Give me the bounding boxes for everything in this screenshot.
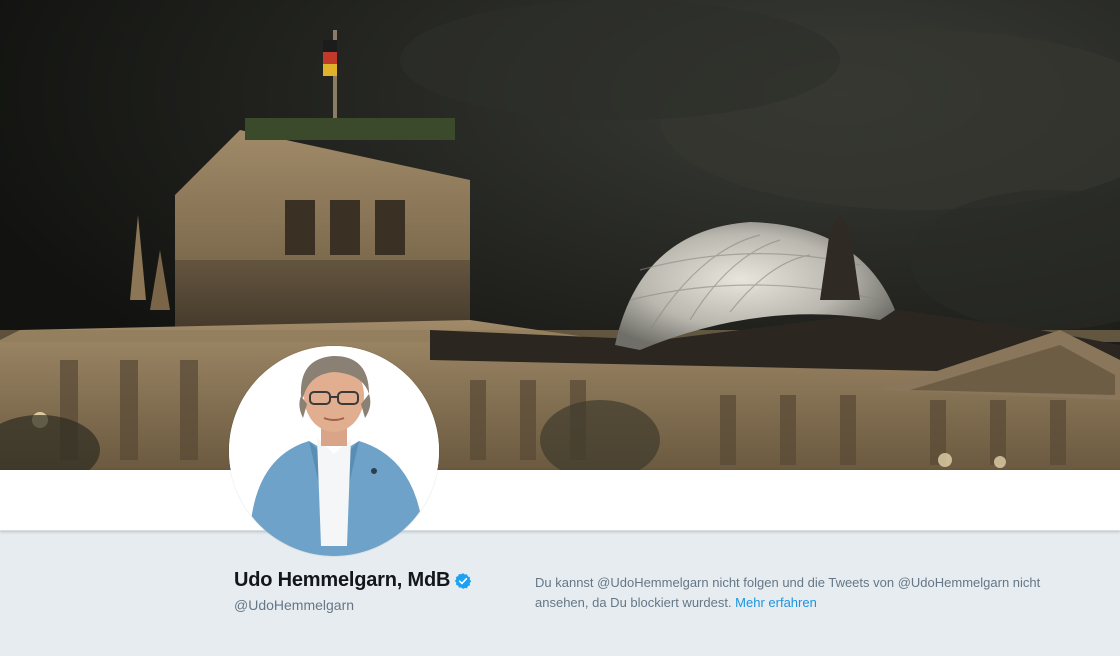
verified-badge-icon bbox=[454, 572, 472, 590]
profile-nav-bar bbox=[0, 470, 1120, 531]
profile-page: Udo Hemmelgarn, MdB @UdoHemmelgarn Du ka… bbox=[0, 0, 1120, 656]
header-banner-image[interactable] bbox=[0, 0, 1120, 470]
profile-avatar[interactable] bbox=[229, 346, 439, 556]
profile-name-row: Udo Hemmelgarn, MdB bbox=[234, 569, 472, 592]
profile-handle[interactable]: @UdoHemmelgarn bbox=[234, 597, 354, 613]
blocked-notice: Du kannst @UdoHemmelgarn nicht folgen un… bbox=[535, 573, 1095, 613]
profile-display-name[interactable]: Udo Hemmelgarn, MdB bbox=[234, 569, 450, 592]
learn-more-link[interactable]: Mehr erfahren bbox=[735, 595, 817, 610]
